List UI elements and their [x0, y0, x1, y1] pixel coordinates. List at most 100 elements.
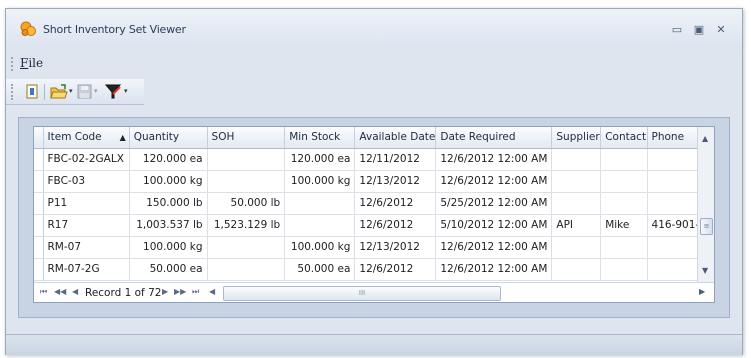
filter-dropdown-icon[interactable]: ▾	[124, 87, 128, 95]
table-row[interactable]: P11 150.000 lb 50.000 lb 12/6/2012 5/25/2012…	[34, 192, 714, 215]
table-cell[interactable]: 5/10/2012 12:00 AM	[435, 214, 553, 237]
table-cell[interactable]: 100.000 kg	[129, 170, 208, 193]
column-header-available-date[interactable]: Available Date	[354, 127, 437, 149]
table-cell[interactable]: 120.000 ea	[284, 148, 356, 171]
next-record-icon[interactable]: ▶	[162, 287, 168, 296]
table-cell[interactable]: Mike	[600, 214, 648, 237]
table-cell[interactable]	[551, 170, 602, 193]
toolbar-grip[interactable]	[11, 84, 14, 100]
table-row[interactable]: RM-07-2G 50.000 ea 50.000 ea 12/6/2012 12/6/…	[34, 258, 714, 281]
save-dropdown-icon[interactable]: ▾	[94, 87, 98, 95]
table-cell[interactable]: 12/6/2012	[354, 192, 437, 215]
row-selector[interactable]	[34, 170, 44, 193]
table-cell[interactable]: 1,003.537 lb	[129, 214, 208, 237]
table-cell[interactable]: 12/13/2012	[354, 170, 437, 193]
table-cell[interactable]: RM-07-2G	[43, 258, 130, 281]
table-cell[interactable]: 1,523.129 lb	[207, 214, 286, 237]
table-cell[interactable]	[600, 192, 648, 215]
table-cell[interactable]: 100.000 kg	[284, 170, 356, 193]
filter-icon[interactable]	[104, 83, 122, 101]
table-cell[interactable]: R17	[43, 214, 130, 237]
table-cell[interactable]	[207, 258, 286, 281]
table-cell[interactable]: 12/6/2012 12:00 AM	[435, 148, 553, 171]
table-cell[interactable]	[647, 192, 705, 215]
table-cell[interactable]: 12/6/2012	[354, 258, 437, 281]
table-cell[interactable]	[207, 236, 286, 259]
table-cell[interactable]	[284, 214, 356, 237]
table-cell[interactable]: 5/25/2012 12:00 AM	[435, 192, 553, 215]
inventory-grid[interactable]: Item Code ▲ Quantity SOH Min Stock Availa…	[33, 126, 715, 303]
close-icon[interactable]: ✕	[714, 23, 728, 37]
table-cell[interactable]: 50.000 ea	[129, 258, 208, 281]
table-cell[interactable]	[600, 258, 648, 281]
info-icon[interactable]	[25, 83, 39, 101]
table-row[interactable]: FBC-02-2GALX 120.000 ea 120.000 ea 12/11/20…	[34, 148, 714, 171]
scroll-left-icon[interactable]: ◀	[209, 287, 215, 296]
column-header-quantity[interactable]: Quantity	[129, 127, 208, 149]
table-row[interactable]: R17 1,003.537 lb 1,523.129 lb 12/6/2012 5/10…	[34, 214, 714, 237]
table-cell[interactable]: 100.000 kg	[284, 236, 356, 259]
first-record-icon[interactable]: ⏮	[40, 287, 47, 297]
table-cell[interactable]: FBC-03	[43, 170, 130, 193]
table-cell[interactable]: 50.000 ea	[284, 258, 356, 281]
row-selector[interactable]	[34, 258, 44, 281]
row-selector[interactable]	[34, 192, 44, 215]
table-cell[interactable]	[600, 148, 648, 171]
column-header-phone[interactable]: Phone	[647, 127, 705, 149]
row-selector[interactable]	[34, 148, 44, 171]
scroll-down-icon[interactable]: ▼	[702, 266, 708, 275]
table-cell[interactable]	[551, 148, 602, 171]
table-cell[interactable]	[647, 148, 705, 171]
table-cell[interactable]: 12/6/2012 12:00 AM	[435, 170, 553, 193]
table-cell[interactable]	[647, 236, 705, 259]
minimize-icon[interactable]: ▭	[670, 23, 684, 37]
column-header-supplier[interactable]: Supplier	[551, 127, 602, 149]
maximize-icon[interactable]: ▣	[692, 23, 706, 37]
table-cell[interactable]: 100.000 kg	[129, 236, 208, 259]
table-cell[interactable]: 416-901-	[647, 214, 705, 237]
table-row[interactable]: FBC-03 100.000 kg 100.000 kg 12/13/2012 12/6…	[34, 170, 714, 193]
table-cell[interactable]	[207, 170, 286, 193]
column-header-date-required[interactable]: Date Required	[435, 127, 553, 149]
next-page-icon[interactable]: ▶▶	[174, 287, 186, 296]
table-cell[interactable]	[551, 236, 602, 259]
table-cell[interactable]	[551, 258, 602, 281]
vertical-scrollbar[interactable]: ▲ ≡ ▼	[697, 127, 714, 282]
column-header-min-stock[interactable]: Min Stock	[284, 127, 356, 149]
table-cell[interactable]: P11	[43, 192, 130, 215]
table-cell[interactable]	[600, 236, 648, 259]
previous-record-icon[interactable]: ◀	[72, 287, 78, 296]
column-header-contact[interactable]: Contact	[600, 127, 648, 149]
vertical-scroll-thumb[interactable]: ≡	[700, 218, 713, 235]
scroll-right-icon[interactable]: ▶	[699, 287, 705, 296]
table-cell[interactable]: 120.000 ea	[129, 148, 208, 171]
open-dropdown-icon[interactable]: ▾	[69, 87, 73, 95]
table-cell[interactable]: 12/6/2012 12:00 AM	[435, 236, 553, 259]
table-row[interactable]: RM-07 100.000 kg 100.000 kg 12/13/2012 12/6/…	[34, 236, 714, 259]
table-cell[interactable]	[551, 192, 602, 215]
table-cell[interactable]: 12/13/2012	[354, 236, 437, 259]
menu-grip[interactable]	[11, 57, 14, 71]
table-cell[interactable]: 12/6/2012 12:00 AM	[435, 258, 553, 281]
table-cell[interactable]: 150.000 lb	[129, 192, 208, 215]
table-cell[interactable]: 12/11/2012	[354, 148, 437, 171]
menu-file[interactable]: File	[20, 56, 43, 70]
table-cell[interactable]: FBC-02-2GALX	[43, 148, 130, 171]
table-cell[interactable]	[647, 170, 705, 193]
previous-page-icon[interactable]: ◀◀	[54, 287, 66, 296]
table-cell[interactable]	[207, 148, 286, 171]
table-cell[interactable]	[600, 170, 648, 193]
table-cell[interactable]: 12/6/2012	[354, 214, 437, 237]
column-header-soh[interactable]: SOH	[207, 127, 286, 149]
table-cell[interactable]: 50.000 lb	[207, 192, 286, 215]
horizontal-scroll-thumb[interactable]: III	[223, 286, 501, 301]
table-cell[interactable]: API	[551, 214, 602, 237]
table-cell[interactable]: RM-07	[43, 236, 130, 259]
row-selector[interactable]	[34, 236, 44, 259]
row-selector[interactable]	[34, 214, 44, 237]
table-cell[interactable]	[647, 258, 705, 281]
save-icon[interactable]	[77, 83, 92, 101]
column-header-item-code[interactable]: Item Code ▲	[43, 127, 130, 149]
table-cell[interactable]	[284, 192, 356, 215]
last-record-icon[interactable]: ⏭	[192, 287, 199, 297]
